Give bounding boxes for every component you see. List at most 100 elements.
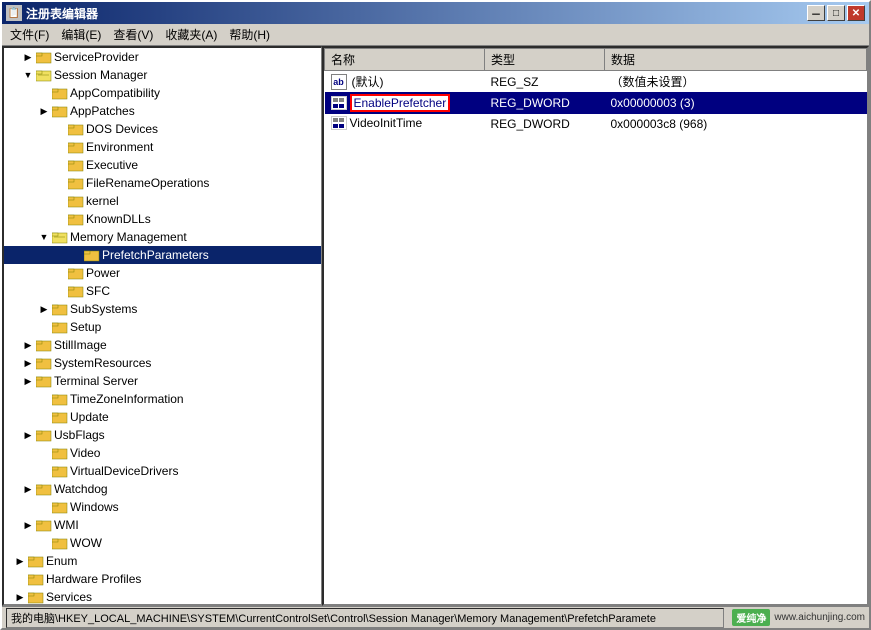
folder-icon bbox=[68, 121, 84, 137]
folder-icon bbox=[36, 337, 52, 353]
folder-icon bbox=[52, 85, 68, 101]
folder-icon bbox=[36, 481, 52, 497]
tree-node-prefetch-params[interactable]: PrefetchParameters bbox=[4, 246, 321, 264]
reg-name: VideoInitTime bbox=[325, 114, 485, 134]
col-type: 类型 bbox=[485, 49, 605, 71]
tree-node-system-resources[interactable]: ▶ SystemResources bbox=[4, 354, 321, 372]
menu-bar: 文件(F) 编辑(E) 查看(V) 收藏夹(A) 帮助(H) bbox=[2, 24, 869, 46]
expand-icon bbox=[52, 193, 68, 209]
expand-icon: ▼ bbox=[36, 229, 52, 245]
tree-node-virtual-device[interactable]: VirtualDeviceDrivers bbox=[4, 462, 321, 480]
expand-icon: ▶ bbox=[20, 373, 36, 389]
reg-data: 0x00000003 (3) bbox=[605, 92, 867, 114]
folder-icon bbox=[68, 157, 84, 173]
node-label: Memory Management bbox=[70, 230, 187, 244]
table-row[interactable]: VideoInitTime REG_DWORD 0x000003c8 (968) bbox=[325, 114, 867, 134]
expand-icon bbox=[36, 85, 52, 101]
tree-node-enum[interactable]: ▶ Enum bbox=[4, 552, 321, 570]
minimize-button[interactable]: － bbox=[807, 5, 825, 21]
tree-node-kernel[interactable]: kernel bbox=[4, 192, 321, 210]
expand-icon: ▶ bbox=[20, 481, 36, 497]
tree-node-services[interactable]: ▶ Services bbox=[4, 588, 321, 606]
title-bar-text: 📋 注册表编辑器 bbox=[6, 5, 98, 22]
expand-icon: ▶ bbox=[20, 49, 36, 65]
expand-icon bbox=[52, 121, 68, 137]
folder-icon bbox=[52, 445, 68, 461]
tree-node-wow[interactable]: WOW bbox=[4, 534, 321, 552]
node-label: TimeZoneInformation bbox=[70, 392, 184, 406]
table-row-selected[interactable]: EnablePrefetcher REG_DWORD 0x00000003 (3… bbox=[325, 92, 867, 114]
expand-icon bbox=[36, 445, 52, 461]
tree-node-usb-flags[interactable]: ▶ UsbFlags bbox=[4, 426, 321, 444]
node-label: SFC bbox=[86, 284, 110, 298]
tree-node-timezone[interactable]: TimeZoneInformation bbox=[4, 390, 321, 408]
app-icon: 📋 bbox=[6, 5, 22, 21]
maximize-button[interactable]: □ bbox=[827, 5, 845, 21]
node-label: ServiceProvider bbox=[54, 50, 139, 64]
tree-node-memory-mgmt[interactable]: ▼ Memory Management bbox=[4, 228, 321, 246]
tree-node-sfc[interactable]: SFC bbox=[4, 282, 321, 300]
node-label: Hardware Profiles bbox=[46, 572, 141, 586]
tree-node-dos-devices[interactable]: DOS Devices bbox=[4, 120, 321, 138]
folder-icon bbox=[36, 373, 52, 389]
content-area: ▶ ServiceProvider ▼ bbox=[2, 46, 869, 606]
node-label: SystemResources bbox=[54, 356, 151, 370]
node-label: Services bbox=[46, 590, 92, 604]
tree-node-terminal-server[interactable]: ▶ Terminal Server bbox=[4, 372, 321, 390]
tree-node-known-dlls[interactable]: KnownDLLs bbox=[4, 210, 321, 228]
tree-node-app-compat[interactable]: AppCompatibility bbox=[4, 84, 321, 102]
expand-icon bbox=[36, 535, 52, 551]
folder-icon bbox=[68, 283, 84, 299]
menu-view[interactable]: 查看(V) bbox=[107, 24, 159, 45]
expand-icon bbox=[36, 319, 52, 335]
folder-icon bbox=[68, 265, 84, 281]
tree-node-power[interactable]: Power bbox=[4, 264, 321, 282]
folder-icon bbox=[52, 463, 68, 479]
expand-icon: ▶ bbox=[20, 517, 36, 533]
expand-icon bbox=[52, 265, 68, 281]
reg-data: 0x000003c8 (968) bbox=[605, 114, 867, 134]
tree-node-setup[interactable]: Setup bbox=[4, 318, 321, 336]
menu-edit[interactable]: 编辑(E) bbox=[55, 24, 107, 45]
tree-node-subsystems[interactable]: ▶ SubSystems bbox=[4, 300, 321, 318]
node-label: FileRenameOperations bbox=[86, 176, 209, 190]
folder-icon bbox=[28, 589, 44, 605]
title-buttons: － □ ✕ bbox=[807, 5, 865, 21]
tree-node-still-image[interactable]: ▶ StillImage bbox=[4, 336, 321, 354]
watermark-logo: 爱纯净 bbox=[732, 609, 770, 626]
node-label: WOW bbox=[70, 536, 102, 550]
tree-node-watchdog[interactable]: ▶ Watchdog bbox=[4, 480, 321, 498]
tree-node-environment[interactable]: Environment bbox=[4, 138, 321, 156]
expand-icon bbox=[68, 247, 84, 263]
status-bar: 我的电脑\HKEY_LOCAL_MACHINE\SYSTEM\CurrentCo… bbox=[2, 606, 869, 628]
menu-file[interactable]: 文件(F) bbox=[4, 24, 55, 45]
tree-node-file-rename[interactable]: FileRenameOperations bbox=[4, 174, 321, 192]
node-label: AppCompatibility bbox=[70, 86, 160, 100]
close-button[interactable]: ✕ bbox=[847, 5, 865, 21]
folder-icon bbox=[52, 301, 68, 317]
node-label: DOS Devices bbox=[86, 122, 158, 136]
folder-icon bbox=[28, 571, 44, 587]
tree-node-service-provider[interactable]: ▶ ServiceProvider bbox=[4, 48, 321, 66]
tree-node-app-patches[interactable]: ▶ AppPatches bbox=[4, 102, 321, 120]
folder-icon bbox=[52, 535, 68, 551]
reg-name: ab (默认) bbox=[325, 71, 485, 93]
node-label: Environment bbox=[86, 140, 153, 154]
menu-favorites[interactable]: 收藏夹(A) bbox=[159, 24, 223, 45]
tree-node-update[interactable]: Update bbox=[4, 408, 321, 426]
menu-help[interactable]: 帮助(H) bbox=[223, 24, 276, 45]
folder-icon bbox=[36, 49, 52, 65]
tree-node-video[interactable]: Video bbox=[4, 444, 321, 462]
tree-node-wmi[interactable]: ▶ WMI bbox=[4, 516, 321, 534]
dword-type-icon bbox=[331, 96, 347, 110]
table-row[interactable]: ab (默认) REG_SZ （数值未设置） bbox=[325, 71, 867, 93]
folder-icon bbox=[52, 103, 68, 119]
tree-panel[interactable]: ▶ ServiceProvider ▼ bbox=[2, 46, 322, 606]
tree-node-session-manager[interactable]: ▼ Session Manager bbox=[4, 66, 321, 84]
folder-icon bbox=[68, 139, 84, 155]
node-label: AppPatches bbox=[70, 104, 135, 118]
expand-icon bbox=[52, 139, 68, 155]
tree-node-windows[interactable]: Windows bbox=[4, 498, 321, 516]
tree-node-executive[interactable]: Executive bbox=[4, 156, 321, 174]
tree-node-hardware-profiles[interactable]: Hardware Profiles bbox=[4, 570, 321, 588]
